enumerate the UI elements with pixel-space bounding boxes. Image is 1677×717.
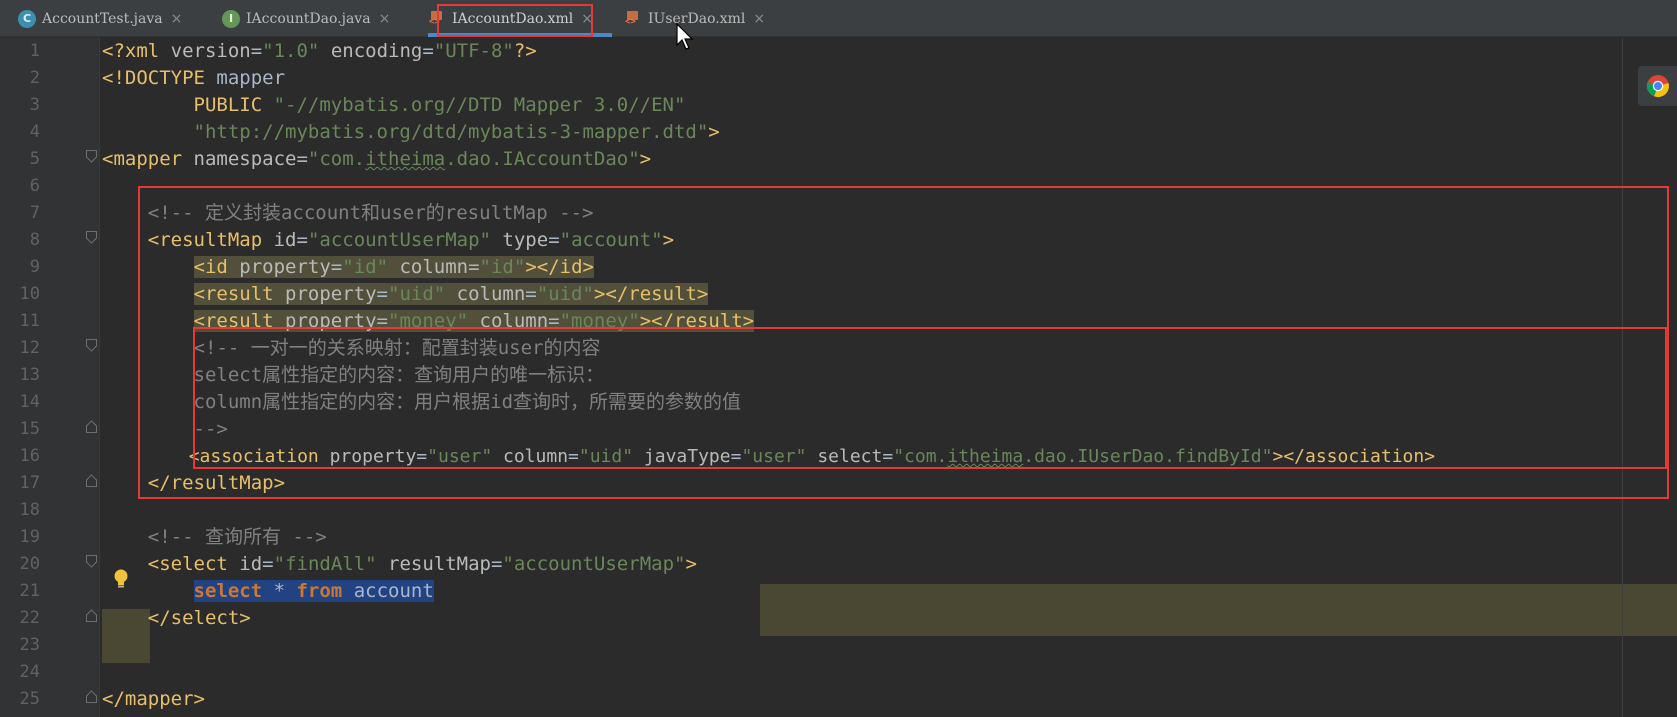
- code-line-25: </mapper>: [102, 688, 205, 710]
- tab-label: AccountTest.java: [42, 10, 163, 27]
- chrome-browser-icon[interactable]: [1638, 66, 1677, 106]
- code-line-2: <!DOCTYPE mapper: [102, 67, 286, 89]
- code-line-3: PUBLIC "-//mybatis.org//DTD Mapper 3.0//…: [102, 94, 686, 116]
- current-line-highlight: [760, 584, 1677, 636]
- tab-label: IUserDao.xml: [648, 10, 746, 27]
- code-line-21: select * from account: [193, 580, 434, 602]
- code-line-4: "http://mybatis.org/dtd/mybatis-3-mapper…: [193, 121, 720, 143]
- tab-iuserdao-xml[interactable]: IUserDao.xml ×: [624, 0, 765, 37]
- lightbulb-icon[interactable]: [111, 568, 131, 594]
- close-icon[interactable]: ×: [171, 11, 183, 27]
- code-line-1: <?xml version="1.0" encoding="UTF-8"?>: [102, 40, 537, 62]
- class-icon: C: [18, 9, 36, 28]
- code-line-22: </select>: [147, 607, 251, 629]
- mouse-cursor-icon: [676, 22, 694, 55]
- xml-file-icon: [624, 10, 642, 28]
- close-icon[interactable]: ×: [753, 11, 765, 27]
- close-icon[interactable]: ×: [379, 11, 391, 27]
- tab-accounttest-java[interactable]: C AccountTest.java ×: [18, 0, 182, 37]
- tab-highlight-box: [437, 4, 593, 37]
- code-line-20: <select id="findAll" resultMap="accountU…: [147, 553, 697, 575]
- editor-tab-bar: C AccountTest.java × I IAccountDao.java …: [0, 0, 1677, 37]
- association-highlight-box: [193, 327, 1667, 469]
- code-line-19: <!-- 查询所有 -->: [102, 526, 327, 548]
- code-line-5: <mapper namespace="com.itheima.dao.IAcco…: [102, 148, 652, 170]
- interface-icon: I: [222, 9, 240, 28]
- tab-label: IAccountDao.java: [246, 10, 371, 27]
- tab-iaccountdao-java[interactable]: I IAccountDao.java ×: [222, 0, 390, 37]
